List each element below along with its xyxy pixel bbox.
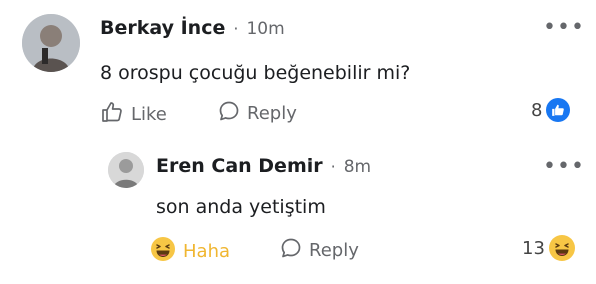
- reaction-summary[interactable]: 13: [522, 235, 575, 261]
- haha-face-icon: [150, 236, 176, 267]
- avatar-photo: [108, 152, 144, 188]
- separator-dot: ·: [330, 157, 336, 176]
- reply-button[interactable]: Reply: [280, 237, 359, 264]
- avatar-photo: [22, 14, 80, 72]
- like-reaction-icon: [546, 98, 571, 122]
- like-button[interactable]: Like: [100, 100, 167, 129]
- reply-header: Eren Can Demir · 8m: [156, 155, 371, 177]
- reply-text: son anda yetiştim: [156, 196, 326, 218]
- comment-text: 8 orospu çocuğu beğenebilir mi?: [100, 62, 411, 84]
- more-options-icon[interactable]: •••: [543, 17, 585, 39]
- reply-author[interactable]: Eren Can Demir: [156, 155, 323, 177]
- reaction-summary[interactable]: 8: [531, 98, 571, 122]
- separator-dot: ·: [233, 19, 239, 38]
- thumbs-up-icon: [100, 100, 124, 129]
- comment-author[interactable]: Berkay İnce: [100, 17, 225, 39]
- haha-button[interactable]: Haha: [150, 236, 230, 267]
- speech-bubble-icon: [218, 100, 240, 127]
- like-label: Like: [131, 104, 167, 125]
- haha-reaction-icon: [548, 235, 575, 261]
- reply-label: Reply: [247, 103, 297, 124]
- comment-header: Berkay İnce · 10m: [100, 17, 285, 39]
- more-options-icon[interactable]: •••: [543, 156, 585, 178]
- reaction-count: 13: [522, 237, 545, 259]
- reply-label: Reply: [309, 240, 359, 261]
- haha-label: Haha: [183, 241, 231, 262]
- reply-button[interactable]: Reply: [218, 100, 297, 127]
- reaction-count: 8: [531, 99, 543, 121]
- speech-bubble-icon: [280, 237, 302, 264]
- avatar-eren[interactable]: [108, 152, 144, 188]
- reply-time[interactable]: 8m: [344, 157, 371, 177]
- comment-time[interactable]: 10m: [246, 19, 284, 39]
- avatar-berkay[interactable]: [22, 14, 80, 72]
